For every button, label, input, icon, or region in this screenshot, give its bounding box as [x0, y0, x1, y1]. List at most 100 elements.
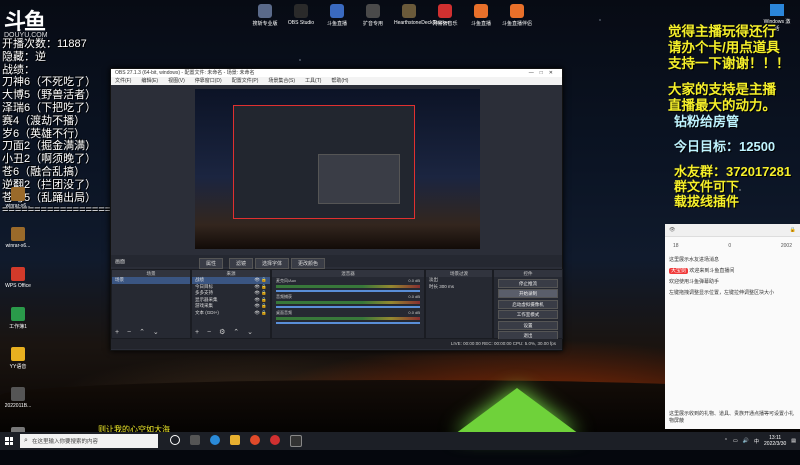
app-icon	[402, 4, 416, 18]
desktop-icon[interactable]: 扩音专用	[358, 4, 388, 27]
properties-button[interactable]: 属性	[199, 258, 224, 269]
qq-group-text: 水友群：372017281	[674, 164, 792, 179]
obs-title: OBS 27.1.3 (64-bit, windows) - 配置文件: 未命名…	[115, 70, 255, 76]
obs-taskbar-icon[interactable]	[290, 435, 302, 447]
chat-message: 左键拖拽调整显示位置，左键拉伸调整区块大小	[669, 290, 775, 296]
desktop-icon[interactable]: 斗鱼直播伴侣	[502, 4, 532, 27]
task-view-icon[interactable]	[190, 435, 200, 445]
promo-line-1: 觉得主播玩得还行	[668, 24, 776, 39]
file-explorer-icon[interactable]	[230, 435, 240, 445]
control-button[interactable]: 启动虚拟摄像机	[498, 299, 558, 309]
network-icon[interactable]: ▭	[733, 438, 738, 444]
app-icon	[11, 307, 25, 321]
desktop-icon[interactable]: YY语音	[0, 347, 36, 385]
taskbar-apps	[170, 435, 302, 447]
desktop-icon[interactable]: 斗鱼直播	[322, 4, 352, 27]
desktop-icon-label: winrar-x6...	[5, 243, 31, 249]
window-controls[interactable]: —□✕	[529, 69, 559, 77]
app-icon	[258, 4, 272, 18]
taskbar-clock[interactable]: 13:11 2022/3/30	[764, 435, 786, 447]
taskbar: ⌕ 在这里输入你要搜索的内容 ⌃ ▭ 🔊 中 13:11 2022/3/30 ▤	[0, 432, 800, 450]
menu-item[interactable]: 编辑(E)	[141, 78, 158, 84]
scenes-panel: 场景 场景 + − ⌃ ⌄	[111, 269, 191, 339]
scene-panel-controls[interactable]: + − ⌃ ⌄	[115, 328, 162, 336]
control-button[interactable]: 工作室模式	[498, 310, 558, 319]
menu-item[interactable]: 帮助(H)	[331, 78, 348, 84]
transition-duration[interactable]: 时长 300 ms	[426, 284, 492, 291]
menu-item[interactable]: 文件(F)	[115, 78, 131, 84]
desktop-icon[interactable]: 工作簿1	[0, 307, 36, 345]
scene-item[interactable]: 场景	[112, 277, 190, 284]
desktop-icon[interactable]: OBS Studio	[286, 4, 316, 27]
volume-slider[interactable]	[276, 290, 420, 292]
channel-db: 0.0 dB	[408, 294, 420, 299]
app-icon	[330, 4, 344, 18]
cortana-icon[interactable]	[170, 435, 180, 445]
source-name: 游戏采集	[195, 303, 213, 308]
desktop-icon-label: 网易云音乐	[432, 21, 458, 27]
preview-nested-capture	[233, 105, 415, 219]
eye-icon: 👁	[669, 227, 676, 233]
source-name: 今日目标	[195, 283, 213, 289]
start-button[interactable]	[0, 432, 18, 450]
control-button[interactable]: 设置	[498, 320, 558, 330]
mixer-channel: 桌面音频 0.0 dB	[272, 309, 424, 325]
input-language[interactable]: 中	[754, 438, 759, 445]
filters-button[interactable]: 滤镜	[229, 258, 254, 269]
desktop-icon[interactable]: winrar-x6...	[0, 227, 36, 265]
duration-label: 时长	[429, 283, 438, 289]
control-button[interactable]: 开始录制	[498, 289, 558, 298]
obs-window: OBS 27.1.3 (64-bit, windows) - 配置文件: 未命名…	[110, 68, 563, 351]
app-icon	[11, 187, 25, 201]
obs-preview[interactable]	[195, 89, 480, 249]
menu-item[interactable]: 停靠窗口(D)	[195, 78, 222, 84]
volume-icon[interactable]: 🔊	[743, 438, 749, 444]
menu-item[interactable]: 视图(V)	[168, 78, 185, 84]
desktop-icon[interactable]: WPS Office	[0, 267, 36, 305]
control-button[interactable]: 停止推流	[498, 278, 558, 288]
desktop-icon-label: 工作簿1	[9, 324, 27, 330]
desktop-icon[interactable]: 网易云音乐	[430, 4, 460, 27]
netease-music-icon[interactable]	[270, 435, 280, 445]
desktop-icon-label: 斗鱼直播伴侣	[502, 21, 533, 27]
source-item[interactable]: 文本 (GDI+) 👁 🔒	[192, 310, 270, 317]
volume-slider[interactable]	[276, 306, 420, 308]
menu-item[interactable]: 工具(T)	[305, 78, 321, 84]
clock-date: 2022/3/30	[764, 441, 787, 447]
chat-gift-hint: 这里展示收到的礼物、道具、贵族开通点播等可设置小礼物屏蔽	[669, 411, 795, 424]
app-icon	[438, 4, 452, 18]
change-color-button[interactable]: 更改颜色	[291, 258, 326, 269]
taskbar-search[interactable]: ⌕ 在这里输入你要搜索的内容	[20, 434, 158, 448]
scenes-title: 场景	[112, 270, 190, 277]
visibility-lock-icon[interactable]: 👁 🔒	[254, 310, 267, 317]
lock-icon[interactable]: 🔒	[790, 227, 796, 233]
tray-chevron-icon[interactable]: ⌃	[724, 438, 728, 444]
transitions-title: 场景过渡	[426, 270, 492, 277]
desktop-icon[interactable]: winrar-x6...	[0, 187, 36, 225]
menu-item[interactable]: 场景集合(S)	[268, 78, 295, 84]
desktop-icon[interactable]: HearthstoneDeckTracker	[394, 4, 449, 27]
source-panel-controls[interactable]: + − ⚙ ⌃ ⌄	[195, 328, 256, 336]
channel-name: 音频捕获	[276, 294, 292, 299]
app-icon	[510, 4, 524, 18]
douyu-taskbar-icon[interactable]	[250, 435, 260, 445]
tent-shape	[455, 388, 579, 434]
desktop-icon[interactable]: 2022011B...	[0, 387, 36, 425]
desktop-icon[interactable]: 搜斩专业版	[250, 4, 280, 27]
desktop-icon[interactable]: 斗鱼直播	[466, 4, 496, 27]
app-icon	[11, 387, 25, 401]
chat-message: 这里展示水友进场消息	[669, 257, 720, 263]
chat-stats: 18 0 2002	[665, 237, 800, 255]
channel-name: 桌面音频	[276, 310, 292, 315]
select-font-button[interactable]: 选择字体	[255, 258, 290, 269]
search-icon: ⌕	[24, 437, 28, 444]
app-icon	[366, 4, 380, 18]
desktop-icon-label: 斗鱼直播	[470, 21, 491, 27]
desktop-icon-label: 扩音专用	[362, 21, 383, 27]
menu-item[interactable]: 配置文件(P)	[232, 78, 259, 84]
notification-icon[interactable]: ▤	[791, 438, 796, 444]
controls-panel: 控件 停止推流 开始录制 启动虚拟摄像机 工作室模式 设置 退出	[493, 269, 563, 340]
chat-message-text: 欢迎来到斗鱼直播间	[689, 268, 735, 274]
edge-icon[interactable]	[210, 435, 220, 445]
volume-slider[interactable]	[276, 322, 420, 324]
